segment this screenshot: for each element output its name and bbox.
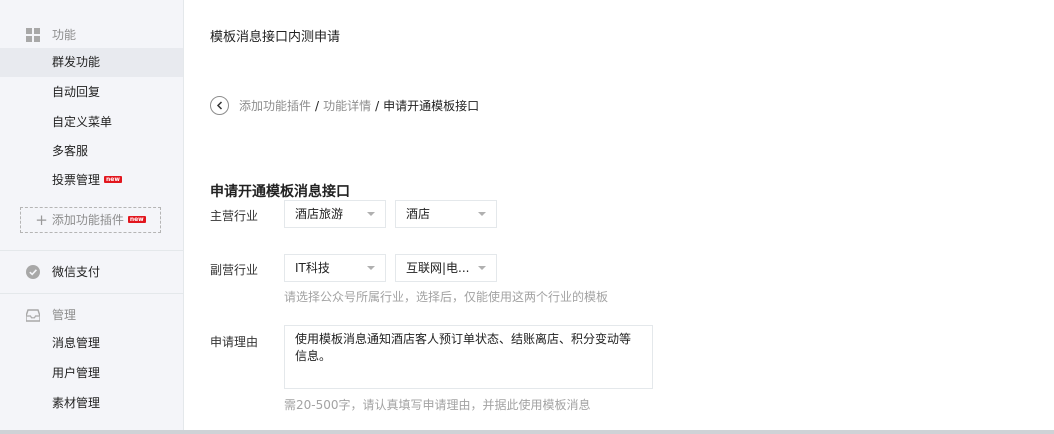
wechat-pay-icon xyxy=(26,264,40,279)
reason-textarea[interactable]: 使用模板消息通知酒店客人预订单状态、结账离店、积分变动等信息。 xyxy=(284,325,653,389)
caret-down-icon xyxy=(478,212,486,216)
sidebar-item-messages[interactable]: 消息管理 xyxy=(0,329,183,358)
sidebar-item-customer-service[interactable]: 多客服 xyxy=(0,137,183,166)
plus-icon: + xyxy=(35,211,48,229)
sidebar: 功能 群发功能 自动回复 自定义菜单 多客服 投票管理 new + 添加功能插件 ne… xyxy=(0,0,184,430)
chevron-left-icon xyxy=(216,101,222,110)
page-title: 模板消息接口内测申请 xyxy=(210,30,341,45)
add-plugin-button[interactable]: + 添加功能插件 new xyxy=(20,207,161,233)
manage-section-header: 管理 xyxy=(25,306,77,323)
select-value: 酒店旅游 xyxy=(295,207,344,221)
industry-hint: 请选择公众号所属行业，选择后，仅能使用这两个行业的模板 xyxy=(284,290,609,304)
tray-icon xyxy=(25,308,41,322)
sidebar-item-vote[interactable]: 投票管理 new xyxy=(0,166,183,195)
select-value: 互联网|电... xyxy=(406,261,470,275)
form-title: 申请开通模板消息接口 xyxy=(210,184,350,200)
sidebar-item-materials[interactable]: 素材管理 xyxy=(0,389,183,418)
select-value: IT科技 xyxy=(295,261,330,275)
sidebar-item-vote-label: 投票管理 xyxy=(52,173,101,187)
add-plugin-label: 添加功能插件 xyxy=(51,213,124,227)
manage-header-label: 管理 xyxy=(52,308,77,322)
breadcrumb-separator: / xyxy=(375,98,380,113)
sidebar-divider xyxy=(0,293,183,294)
sidebar-item-wechat-pay[interactable]: 微信支付 xyxy=(26,263,100,280)
breadcrumb-current: 申请开通模板接口 xyxy=(383,99,480,113)
primary-industry-select-1[interactable]: 酒店旅游 xyxy=(284,200,386,228)
sidebar-item-auto-reply[interactable]: 自动回复 xyxy=(0,78,183,107)
reason-label: 申请理由 xyxy=(210,335,259,349)
new-badge: new xyxy=(127,216,146,223)
functions-section-header: 功能 xyxy=(26,26,76,43)
back-button[interactable] xyxy=(210,96,229,115)
breadcrumb-link-details[interactable]: 功能详情 xyxy=(323,97,371,114)
sidebar-item-custom-menu[interactable]: 自定义菜单 xyxy=(0,108,183,137)
functions-header-label: 功能 xyxy=(52,28,77,42)
breadcrumb-link-add-plugin[interactable]: 添加功能插件 xyxy=(239,97,311,114)
new-badge: new xyxy=(104,176,122,183)
secondary-industry-select-1[interactable]: IT科技 xyxy=(284,254,386,282)
main-content: 模板消息接口内测申请 添加功能插件 / 功能详情 / 申请开通模板接口 申请开通… xyxy=(184,0,1054,430)
secondary-industry-label: 副营行业 xyxy=(210,263,259,277)
breadcrumb-separator: / xyxy=(315,98,320,113)
caret-down-icon xyxy=(367,212,375,216)
breadcrumb: 添加功能插件 / 功能详情 / 申请开通模板接口 xyxy=(210,96,479,115)
caret-down-icon xyxy=(367,266,375,270)
grid-icon xyxy=(26,27,40,42)
reason-hint: 需20-500字，请认真填写申请理由，并据此使用模板消息 xyxy=(284,398,591,412)
primary-industry-label: 主营行业 xyxy=(210,209,259,223)
select-value: 酒店 xyxy=(406,207,431,221)
sidebar-item-mass-send[interactable]: 群发功能 xyxy=(0,48,183,77)
secondary-industry-select-2[interactable]: 互联网|电... xyxy=(395,254,497,282)
primary-industry-select-2[interactable]: 酒店 xyxy=(395,200,497,228)
sidebar-divider xyxy=(0,250,183,251)
caret-down-icon xyxy=(478,266,486,270)
bottom-border xyxy=(0,430,1054,434)
sidebar-item-users[interactable]: 用户管理 xyxy=(0,359,183,388)
wechat-pay-label: 微信支付 xyxy=(52,265,101,279)
